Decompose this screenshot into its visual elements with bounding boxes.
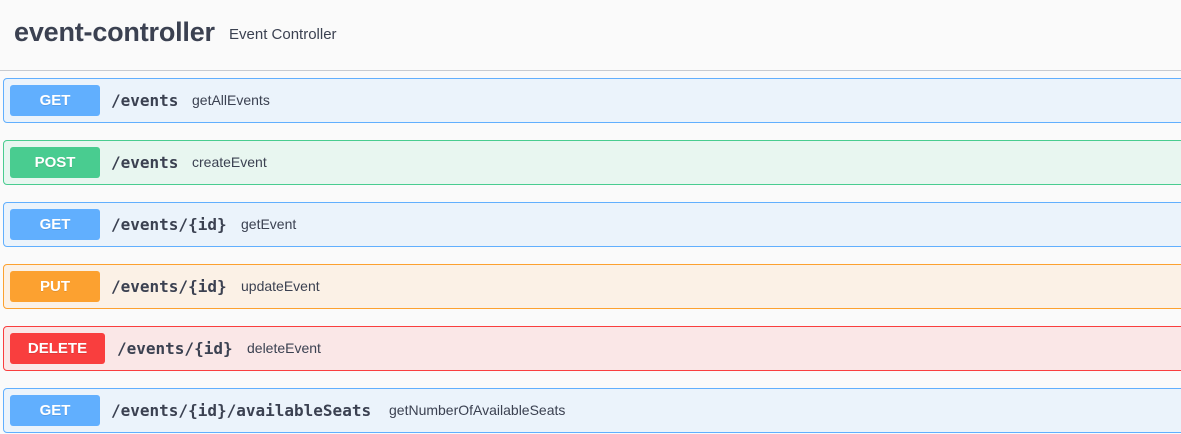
operation-put-event[interactable]: PUT /events/{id} updateEvent [3, 264, 1181, 309]
operation-summary: getEvent [241, 216, 297, 232]
method-badge: GET [10, 209, 100, 240]
method-badge: GET [10, 85, 100, 116]
operation-summary: deleteEvent [247, 340, 321, 356]
method-badge: GET [10, 395, 100, 426]
operation-path: /events [111, 153, 179, 172]
operation-get-available-seats[interactable]: GET /events/{id}/availableSeats getNumbe… [3, 388, 1181, 433]
operation-path: /events/{id}/availableSeats [111, 401, 372, 420]
operation-summary: updateEvent [241, 278, 320, 294]
operation-summary: createEvent [192, 154, 267, 170]
section-description: Event Controller [229, 26, 337, 43]
operation-path: /events/{id} [117, 339, 233, 358]
operation-post-events[interactable]: POST /events createEvent [3, 140, 1181, 185]
method-badge: DELETE [10, 333, 105, 364]
operation-path: /events/{id} [111, 277, 227, 296]
operation-path: /events/{id} [111, 215, 227, 234]
operation-summary: getAllEvents [192, 92, 270, 108]
operation-get-events[interactable]: GET /events getAllEvents [3, 78, 1181, 123]
section-title: event-controller [14, 17, 215, 47]
operation-delete-event[interactable]: DELETE /events/{id} deleteEvent [3, 326, 1181, 371]
method-badge: PUT [10, 271, 100, 302]
operation-summary: getNumberOfAvailableSeats [389, 402, 566, 418]
section-header[interactable]: event-controller Event Controller [0, 0, 1181, 71]
operation-get-event[interactable]: GET /events/{id} getEvent [3, 202, 1181, 247]
method-badge: POST [10, 147, 100, 178]
operation-path: /events [111, 91, 179, 110]
